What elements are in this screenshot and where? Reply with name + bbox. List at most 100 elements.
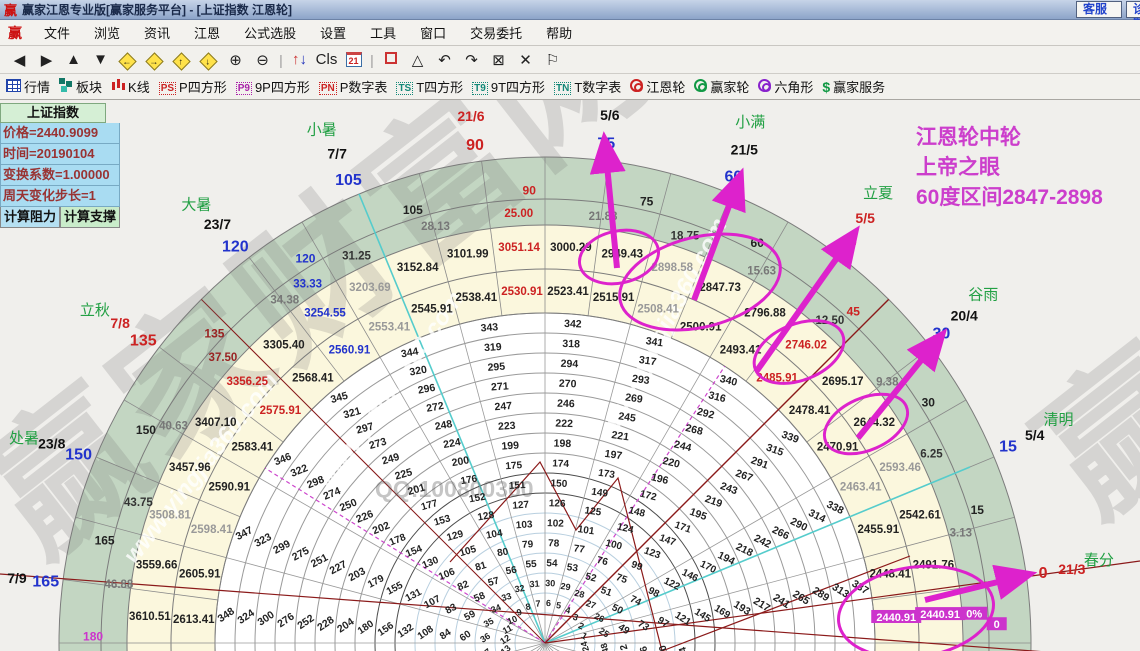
- degree-label-0: 0: [1039, 565, 1048, 582]
- svg-text:2440.91: 2440.91: [920, 609, 960, 621]
- sectors-icon: [59, 78, 73, 95]
- svg-text:2440.91: 2440.91: [876, 612, 916, 624]
- svg-text:6: 6: [546, 598, 551, 608]
- forward-icon[interactable]: ▶: [33, 51, 60, 69]
- toolbar-label-gann-wheel: 江恩轮: [646, 80, 686, 95]
- calc-support-button[interactable]: 计算支撑: [60, 207, 120, 228]
- svg-text:2542.61: 2542.61: [899, 510, 941, 522]
- menu-item-1[interactable]: 浏览: [82, 19, 132, 46]
- zoom-in-icon[interactable]: ⊕: [222, 51, 249, 69]
- svg-text:2545.91: 2545.91: [411, 304, 453, 316]
- calc-resistance-button[interactable]: 计算阻力: [0, 207, 60, 228]
- customer-service-button[interactable]: 客服: [1076, 1, 1122, 18]
- toolbar-item-winner-wheel[interactable]: 赢家轮: [694, 77, 749, 96]
- toolbar-label-kline: K线: [128, 80, 150, 95]
- toolbar-label-quotes: 行情: [24, 80, 51, 95]
- svg-text:127: 127: [512, 500, 530, 512]
- svg-text:2530.91: 2530.91: [501, 286, 543, 298]
- svg-text:43.75: 43.75: [124, 497, 153, 509]
- t-square-icon: TS: [396, 81, 414, 95]
- rect-tool-icon[interactable]: [377, 51, 404, 68]
- diamond-left-icon[interactable]: ←: [114, 51, 141, 71]
- menu-item-6[interactable]: 工具: [358, 19, 408, 46]
- svg-text:32: 32: [514, 583, 526, 595]
- back-icon[interactable]: ◀: [6, 51, 33, 69]
- menu-item-5[interactable]: 设置: [308, 19, 358, 46]
- svg-text:3305.40: 3305.40: [263, 339, 305, 351]
- diamond-right-icon[interactable]: →: [141, 51, 168, 71]
- menu-item-7[interactable]: 窗口: [408, 19, 458, 46]
- toolbar-item-9p-square[interactable]: P9 9P四方形: [235, 77, 310, 96]
- svg-text:270: 270: [559, 378, 577, 391]
- calendar-icon[interactable]: 21: [340, 51, 367, 68]
- toolbar-item-9t-square[interactable]: T9 9T四方形: [472, 77, 545, 96]
- menu-item-4[interactable]: 公式选股: [232, 19, 308, 46]
- svg-text:3.13: 3.13: [950, 528, 972, 540]
- drawing-toolbar: ◀ ▶ ▲ ▼ ← → ↑ ↓ ⊕ ⊖ | ↑↓ Cls 21 | △ ↶ ↷ ⊠ ✕ ⚐: [0, 46, 1140, 74]
- toolbar-item-sectors[interactable]: 板块: [59, 77, 102, 96]
- svg-text:105: 105: [403, 203, 423, 217]
- annotation-line-2: 上帝之眼: [916, 156, 1000, 179]
- svg-text:55: 55: [525, 559, 537, 571]
- toolbar-item-p-table[interactable]: PN P数字表: [318, 77, 387, 96]
- diamond-up-icon[interactable]: ↑: [168, 51, 195, 71]
- svg-text:75: 75: [640, 195, 654, 209]
- svg-text:3457.96: 3457.96: [169, 462, 211, 474]
- menubar: 赢 文件 浏览 资讯 江恩 公式选股 设置 工具 窗口 交易委托 帮助: [0, 20, 1140, 46]
- arc-left-tool-icon[interactable]: ↶: [431, 51, 458, 69]
- svg-text:0: 0: [994, 619, 1000, 631]
- zoom-out-icon[interactable]: ⊖: [249, 51, 276, 69]
- solar-term-30: 谷雨: [968, 286, 998, 303]
- arc-right-tool-icon[interactable]: ↷: [458, 51, 485, 69]
- toolbar-item-hexagon[interactable]: 六角形: [758, 77, 813, 96]
- menu-item-8[interactable]: 交易委托: [458, 19, 534, 46]
- flag-tool-icon[interactable]: ⚐: [539, 51, 566, 69]
- svg-text:28.13: 28.13: [421, 221, 450, 233]
- rotate-down-icon[interactable]: ▼: [87, 51, 114, 68]
- toolbar-item-p-square[interactable]: PS P四方形: [158, 77, 227, 96]
- solar-term-0: 春分: [1084, 552, 1114, 569]
- diamond-down-icon[interactable]: ↓: [195, 51, 222, 71]
- svg-text:2593.46: 2593.46: [879, 462, 921, 474]
- menu-item-3[interactable]: 江恩: [182, 19, 232, 46]
- toolbar-item-gann-wheel[interactable]: 江恩轮: [630, 77, 685, 96]
- svg-text:2898.58: 2898.58: [652, 262, 694, 274]
- toolbar-item-winner-service[interactable]: $ 赢家服务: [822, 77, 885, 96]
- svg-text:29: 29: [560, 581, 571, 592]
- toolbar-item-quotes[interactable]: 行情: [6, 77, 50, 96]
- menu-item-0[interactable]: 文件: [32, 19, 82, 46]
- p-table-icon: PN: [318, 81, 337, 95]
- toolbar-label-t-square: T四方形: [416, 80, 464, 95]
- winner-wheel-icon: [694, 78, 708, 95]
- svg-text:2560.91: 2560.91: [329, 344, 371, 356]
- fit-tool-icon[interactable]: ✕: [512, 51, 539, 69]
- svg-text:150: 150: [136, 423, 156, 437]
- svg-text:120: 120: [295, 252, 315, 266]
- svg-text:46.88: 46.88: [105, 579, 134, 591]
- svg-text:2583.41: 2583.41: [232, 441, 274, 453]
- svg-text:54: 54: [546, 558, 558, 569]
- panel-row-1: 时间=20190104: [0, 144, 120, 165]
- cls-button-icon[interactable]: Cls: [313, 51, 340, 68]
- svg-text:25.00: 25.00: [504, 208, 533, 220]
- toolbar-item-t-square[interactable]: TS T四方形: [396, 77, 463, 96]
- panel-row-0: 价格=2440.9099: [0, 123, 120, 144]
- toolbar-label-9t-square: 9T四方形: [490, 80, 546, 95]
- annotation-line-1: 江恩轮中轮: [916, 126, 1021, 149]
- menu-item-2[interactable]: 资讯: [132, 19, 182, 46]
- rotate-up-icon[interactable]: ▲: [60, 51, 87, 68]
- svg-text:247: 247: [494, 400, 512, 413]
- toolbar-label-winner-service: 赢家服务: [833, 80, 886, 95]
- svg-text:2515.91: 2515.91: [593, 292, 635, 304]
- updown-arrows-icon[interactable]: ↑↓: [286, 51, 313, 68]
- triangle-tool-icon[interactable]: △: [404, 51, 431, 69]
- toolbar-item-t-table[interactable]: TN T数字表: [554, 77, 621, 96]
- svg-text:2598.41: 2598.41: [191, 524, 233, 536]
- svg-text:37.50: 37.50: [209, 352, 238, 364]
- toolbar-item-kline[interactable]: K线: [111, 77, 150, 96]
- diagnose-button[interactable]: 诊断: [1126, 1, 1140, 31]
- menu-item-9[interactable]: 帮助: [534, 19, 584, 46]
- date-label-30: 20/4: [951, 307, 978, 323]
- panel-row-3: 周天变化步长=1: [0, 186, 120, 207]
- boxed-x-tool-icon[interactable]: ⊠: [485, 51, 512, 69]
